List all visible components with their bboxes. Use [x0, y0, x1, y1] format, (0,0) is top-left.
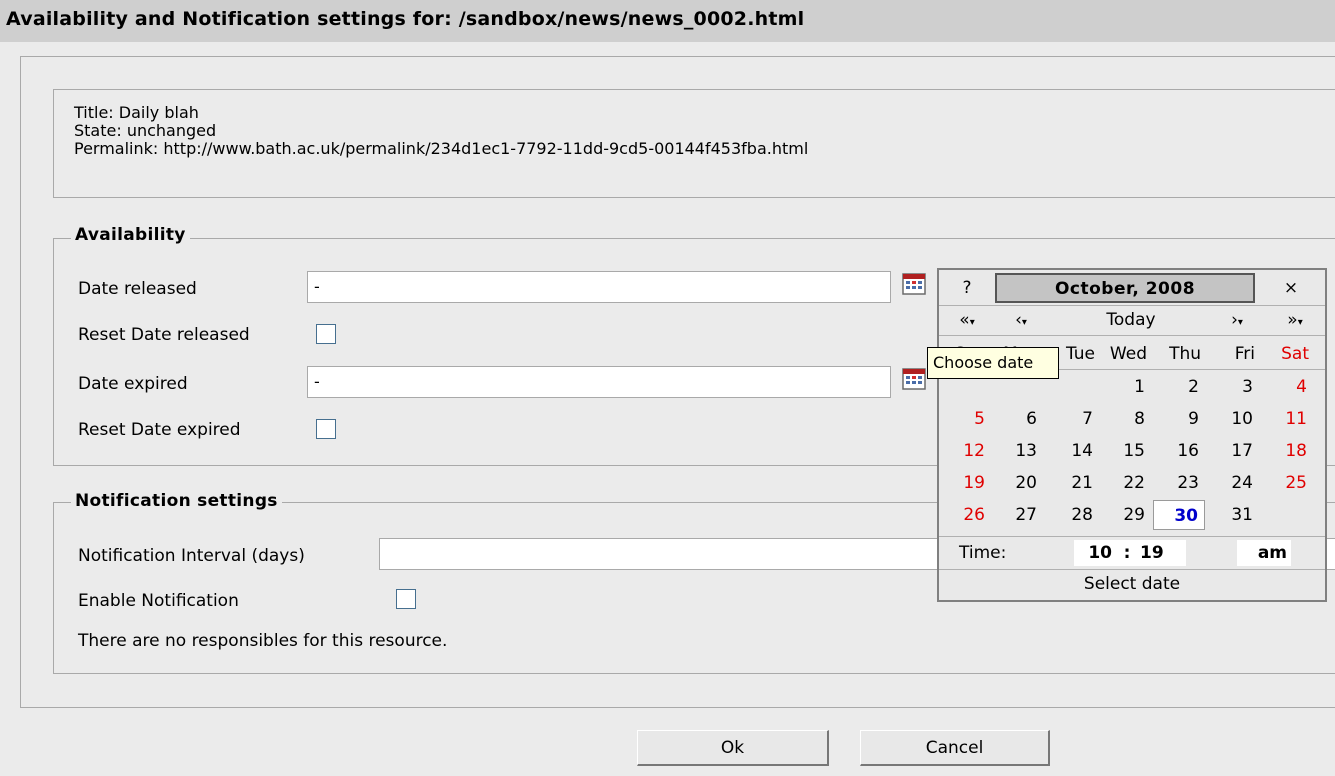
calendar-icon [902, 368, 926, 390]
calendar-day[interactable]: 16 [1153, 436, 1205, 466]
calendar-day-grid: 1 2 3 4 5 6 7 8 9 10 11 12 13 14 15 16 17 18 19 20 21 22 23 24 2… [939, 372, 1325, 532]
calendar-day[interactable]: 28 [1047, 500, 1099, 530]
date-released-input[interactable]: - [307, 271, 891, 303]
calendar-day[interactable]: 17 [1207, 436, 1259, 466]
calendar-hour-field[interactable]: 10 [1074, 540, 1116, 566]
resource-info-box: Title: Daily blah State: unchanged Perma… [53, 89, 1335, 198]
calendar-day[interactable]: 7 [1047, 404, 1099, 434]
calendar-prev-year-icon: « [959, 310, 970, 330]
calendar-popup: ? October, 2008 × «▾ ‹▾ Today ›▾ »▾ SunM… [937, 268, 1327, 602]
resource-state: State: unchanged [74, 121, 217, 140]
calendar-select-date-button[interactable]: Select date [939, 570, 1325, 600]
calendar-day[interactable]: 8 [1099, 404, 1151, 434]
enable-notification-checkbox[interactable] [396, 589, 416, 609]
reset-date-expired-label: Reset Date expired [78, 420, 241, 440]
calendar-day[interactable]: 1 [1099, 372, 1151, 402]
calendar-day[interactable]: 3 [1207, 372, 1259, 402]
calendar-day[interactable]: 10 [1207, 404, 1259, 434]
calendar-day[interactable]: 15 [1099, 436, 1151, 466]
page-title: Availability and Notification settings f… [0, 0, 1335, 42]
calendar-time-colon: : [1116, 540, 1138, 566]
date-released-calendar-button[interactable] [901, 272, 927, 296]
reset-date-expired-checkbox[interactable] [316, 419, 336, 439]
enable-notification-label: Enable Notification [78, 591, 239, 611]
calendar-day-selected[interactable]: 30 [1153, 500, 1205, 530]
calendar-day[interactable]: 14 [1047, 436, 1099, 466]
calendar-weekday-sat: Sat [1281, 344, 1309, 364]
notification-interval-label: Notification Interval (days) [78, 546, 305, 566]
date-expired-calendar-button[interactable] [901, 367, 927, 391]
calendar-day[interactable]: 5 [939, 404, 991, 434]
calendar-day[interactable]: 2 [1153, 372, 1205, 402]
calendar-next-year-icon: » [1287, 310, 1298, 330]
availability-legend: Availability [71, 225, 190, 245]
calendar-month-title[interactable]: October, 2008 [995, 273, 1255, 303]
calendar-day[interactable]: 6 [991, 404, 1043, 434]
calendar-icon [902, 273, 926, 295]
notification-legend: Notification settings [71, 491, 282, 511]
calendar-day[interactable]: 22 [1099, 468, 1151, 498]
calendar-close-button[interactable]: × [1261, 274, 1321, 302]
calendar-day[interactable]: 20 [991, 468, 1043, 498]
calendar-day[interactable]: 4 [1261, 372, 1313, 402]
date-expired-label: Date expired [78, 374, 188, 394]
calendar-next-month-button[interactable]: ›▾ [1211, 306, 1263, 334]
calendar-next-month-icon: › [1231, 310, 1238, 330]
calendar-prev-month-button[interactable]: ‹▾ [995, 306, 1047, 334]
calendar-day[interactable]: 25 [1261, 468, 1313, 498]
ok-button[interactable]: Ok [637, 730, 829, 766]
calendar-ampm-field[interactable]: am [1237, 540, 1291, 566]
reset-date-released-checkbox[interactable] [316, 324, 336, 344]
calendar-weekday-fri: Fri [1234, 344, 1255, 364]
choose-date-tooltip: Choose date [927, 347, 1059, 379]
calendar-time-label: Time: [959, 543, 1007, 563]
resource-title: Title: Daily blah [74, 103, 199, 122]
calendar-weekday-thu: Thu [1169, 344, 1201, 364]
reset-date-released-label: Reset Date released [78, 325, 250, 345]
calendar-day[interactable]: 13 [991, 436, 1043, 466]
cancel-button[interactable]: Cancel [860, 730, 1050, 766]
calendar-day[interactable]: 19 [939, 468, 991, 498]
calendar-day[interactable]: 21 [1047, 468, 1099, 498]
calendar-weekday-wed: Wed [1109, 344, 1147, 364]
calendar-day[interactable]: 27 [991, 500, 1043, 530]
date-expired-input[interactable]: - [307, 366, 891, 398]
calendar-day[interactable]: 18 [1261, 436, 1313, 466]
calendar-day[interactable]: 23 [1153, 468, 1205, 498]
no-responsibles-text: There are no responsibles for this resou… [78, 631, 448, 651]
calendar-day[interactable]: 9 [1153, 404, 1205, 434]
calendar-day[interactable]: 11 [1261, 404, 1313, 434]
resource-permalink: Permalink: http://www.bath.ac.uk/permali… [74, 139, 809, 158]
calendar-next-year-button[interactable]: »▾ [1267, 306, 1323, 334]
calendar-help-button[interactable]: ? [943, 274, 991, 302]
calendar-prev-year-button[interactable]: «▾ [943, 306, 991, 334]
calendar-minute-field[interactable]: 19 [1138, 540, 1186, 566]
calendar-day[interactable]: 29 [1099, 500, 1151, 530]
calendar-day[interactable]: 12 [939, 436, 991, 466]
calendar-day[interactable]: 24 [1207, 468, 1259, 498]
calendar-day[interactable]: 26 [939, 500, 991, 530]
calendar-prev-month-icon: ‹ [1015, 310, 1022, 330]
calendar-today-button[interactable]: Today [1051, 306, 1211, 334]
calendar-day[interactable]: 31 [1207, 500, 1259, 530]
date-released-label: Date released [78, 279, 197, 299]
